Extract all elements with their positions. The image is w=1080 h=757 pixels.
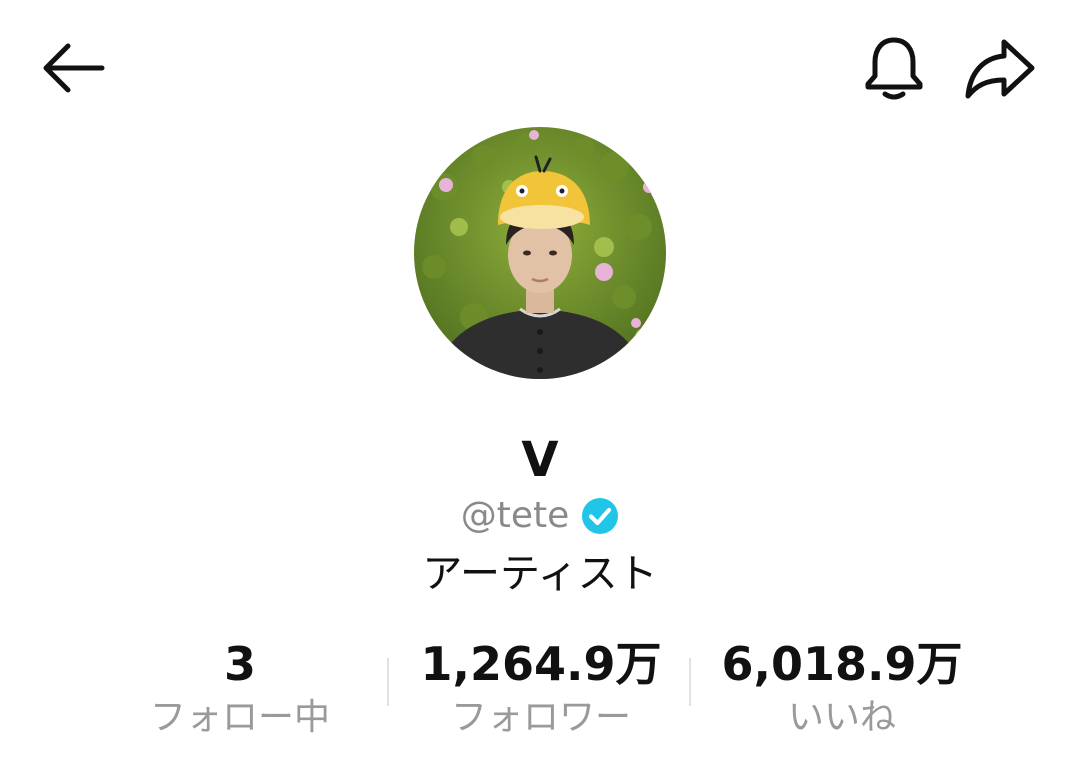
likes-stat[interactable]: 6,018.9万 いいね [712,636,972,742]
followers-label: フォロワー [450,697,631,738]
following-label: フォロー中 [149,697,330,738]
followers-count: 1,264.9万 [420,637,662,691]
avatar[interactable] [414,127,666,379]
display-name: V [521,432,559,488]
back-button[interactable] [36,36,108,100]
following-stat[interactable]: 3 フォロー中 [110,636,370,742]
likes-count: 6,018.9万 [721,637,963,691]
username-handle: @tete [460,495,570,536]
share-button[interactable] [962,36,1038,102]
stat-divider [387,658,389,706]
notification-button[interactable] [858,32,930,104]
following-count: 3 [223,637,256,691]
arrow-left-icon [43,43,105,93]
account-category: アーティスト [422,551,658,597]
followers-stat[interactable]: 1,264.9万 フォロワー [400,636,682,742]
verified-badge-icon [582,498,619,534]
likes-label: いいね [787,697,896,738]
handle-row: @tete [0,493,1080,539]
share-arrow-icon [965,39,1035,99]
bell-icon [865,37,923,100]
stat-divider [689,658,691,706]
